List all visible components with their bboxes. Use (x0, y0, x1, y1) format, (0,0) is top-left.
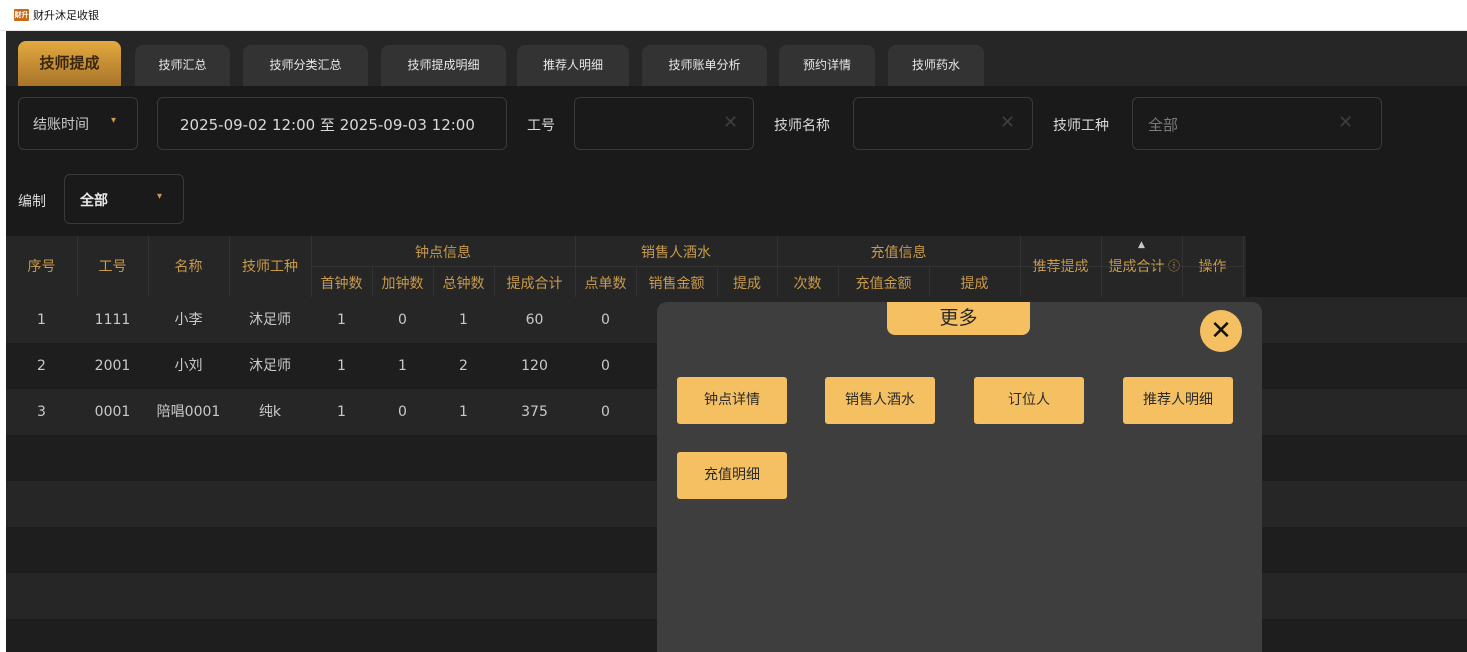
group-clock-info: 钟点信息 (415, 245, 471, 261)
grid-line (838, 266, 839, 297)
grid-line (1243, 236, 1244, 297)
referrer-detail-button[interactable]: 推荐人明细 (1123, 377, 1233, 424)
grid-line (717, 266, 718, 297)
tab-referrer-detail[interactable]: 推荐人明细 (517, 45, 629, 86)
tab-tech-category-summary[interactable]: 技师分类汇总 (243, 45, 368, 86)
tech-type-value: 全部 (1148, 116, 1179, 134)
cell-order-count: 0 (601, 404, 610, 420)
col-sales-commission: 提成 (733, 276, 761, 292)
date-range-value: 2025-09-02 12:00 至 2025-09-03 12:00 (180, 116, 475, 134)
col-tech-type: 技师工种 (242, 259, 298, 275)
tab-tech-potion[interactable]: 技师药水 (888, 45, 984, 86)
cell-seq: 1 (37, 312, 46, 328)
tech-name-input[interactable]: ✕ (853, 97, 1033, 150)
employee-no-input[interactable]: ✕ (574, 97, 754, 150)
col-sales-amount: 销售金额 (648, 276, 705, 292)
col-recharge-commission: 提成 (960, 276, 989, 292)
close-icon[interactable]: ✕ (1200, 310, 1242, 352)
app-content: 技师提成 技师汇总 技师分类汇总 技师提成明细 推荐人明细 技师账单分析 预约详… (6, 31, 1467, 652)
col-recharge-amount: 充值金额 (855, 276, 912, 292)
sales-drinks-button[interactable]: 销售人酒水 (825, 377, 935, 424)
tab-tech-summary[interactable]: 技师汇总 (135, 45, 230, 86)
cell-name: 小刘 (174, 358, 203, 374)
col-seq: 序号 (27, 259, 56, 275)
cell-total-clock: 1 (459, 312, 468, 328)
grid-line (929, 266, 930, 297)
col-first-clock: 首钟数 (320, 276, 363, 292)
cell-commission-total: 120 (521, 358, 548, 374)
clear-icon[interactable]: ✕ (723, 112, 738, 133)
more-dialog: 更多 ✕ 钟点详情 销售人酒水 订位人 推荐人明细 充值明细 (657, 302, 1262, 652)
clock-detail-button[interactable]: 钟点详情 (677, 377, 787, 424)
cell-emp-no: 0001 (94, 404, 131, 420)
app-logo-icon: 财升 (14, 9, 29, 21)
clear-icon[interactable]: ✕ (1000, 112, 1015, 133)
cell-seq: 3 (37, 404, 46, 420)
grid-line (1101, 236, 1102, 297)
group-sales-drinks: 销售人酒水 (641, 245, 711, 261)
cell-extra-clock: 0 (398, 404, 407, 420)
col-recharge-times: 次数 (793, 276, 822, 292)
col-total-clock: 总钟数 (442, 276, 485, 292)
tech-type-select[interactable]: 全部 ✕ (1132, 97, 1382, 150)
grid-line (777, 236, 778, 297)
cell-tech-type: 沐足师 (249, 312, 291, 328)
cell-commission-total: 60 (525, 312, 544, 328)
col-extra-clock: 加钟数 (381, 276, 424, 292)
clear-icon[interactable]: ✕ (1338, 112, 1353, 133)
staffing-value: 全部 (80, 193, 108, 209)
cell-first-clock: 1 (337, 358, 346, 374)
cell-total-clock: 2 (459, 358, 468, 374)
cell-tech-type: 纯k (258, 404, 282, 420)
cell-order-count: 0 (601, 312, 610, 328)
tech-name-label: 技师名称 (774, 118, 830, 134)
window-titlebar: 财升 财升沐足收银 (0, 0, 1467, 31)
tab-tech-bill-analysis[interactable]: 技师账单分析 (642, 45, 767, 86)
col-name: 名称 (174, 259, 203, 275)
date-range-picker[interactable]: 2025-09-02 12:00 至 2025-09-03 12:00 (157, 97, 507, 150)
cell-commission-total: 375 (521, 404, 548, 420)
staffing-select[interactable]: 全部 ▾ (64, 174, 184, 224)
cell-first-clock: 1 (337, 312, 346, 328)
grid-line (1020, 236, 1021, 297)
booker-button[interactable]: 订位人 (974, 377, 1084, 424)
table-header: 序号 工号 名称 技师工种 钟点信息 首钟数 加钟数 总钟数 提成合计 销售人酒… (6, 236, 1246, 297)
cell-extra-clock: 0 (398, 312, 407, 328)
cell-name: 小李 (174, 312, 203, 328)
col-commission-total: 提成合计 (506, 276, 563, 292)
tab-tech-commission-detail[interactable]: 技师提成明细 (381, 45, 506, 86)
grid-line (1182, 236, 1183, 297)
cell-total-clock: 1 (459, 404, 468, 420)
tab-bar: 技师提成 技师汇总 技师分类汇总 技师提成明细 推荐人明细 技师账单分析 预约详… (6, 31, 1467, 86)
col-order-count: 点单数 (584, 276, 627, 292)
chevron-down-icon: ▾ (111, 115, 117, 126)
col-emp-no: 工号 (98, 259, 127, 275)
recharge-detail-button[interactable]: 充值明细 (677, 452, 787, 499)
cell-emp-no: 2001 (94, 358, 131, 374)
employee-no-label: 工号 (527, 118, 555, 134)
staffing-label: 编制 (18, 194, 46, 210)
more-dialog-title: 更多 (887, 302, 1030, 335)
time-type-select[interactable]: 结账时间 ▾ (18, 97, 138, 150)
tech-type-label: 技师工种 (1053, 118, 1109, 134)
cell-order-count: 0 (601, 358, 610, 374)
cell-seq: 2 (37, 358, 46, 374)
cell-emp-no: 1111 (94, 312, 131, 328)
cell-tech-type: 沐足师 (249, 358, 291, 374)
window-title: 财升沐足收银 (33, 9, 99, 22)
tab-tech-commission[interactable]: 技师提成 (18, 41, 121, 86)
time-type-value: 结账时间 (33, 117, 89, 133)
cell-first-clock: 1 (337, 404, 346, 420)
chevron-down-icon: ▾ (157, 191, 163, 202)
cell-name: 陪唱0001 (156, 404, 221, 420)
tab-booking-detail[interactable]: 预约详情 (779, 45, 875, 86)
cell-extra-clock: 1 (398, 358, 407, 374)
group-recharge-info: 充值信息 (870, 245, 927, 261)
sort-up-icon[interactable]: ▲ (1101, 240, 1182, 250)
